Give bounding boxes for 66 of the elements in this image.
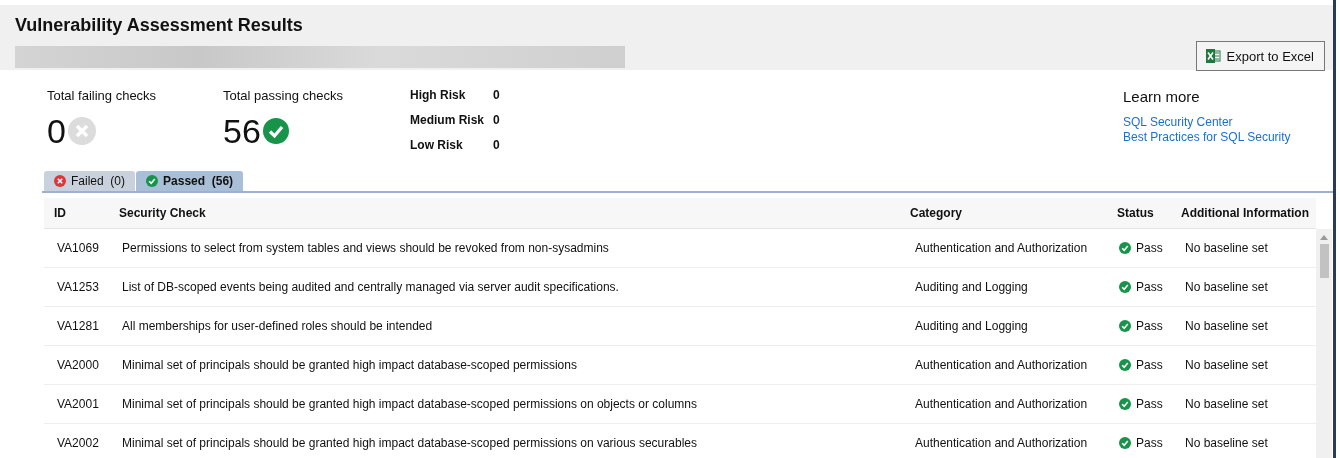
total-label: Total passing checks <box>223 88 344 103</box>
status-text: Pass <box>1136 280 1163 294</box>
total-label: Total failing checks <box>47 88 158 103</box>
table-cell-text: Authentication and Authorization <box>914 436 1089 450</box>
column-header: Status <box>1116 206 1155 220</box>
check-circle-icon <box>1119 437 1131 449</box>
status-text: Pass <box>1136 436 1163 450</box>
check-circle-icon <box>1119 242 1131 254</box>
status-text: Pass <box>1136 397 1163 411</box>
check-circle-icon <box>1119 281 1131 293</box>
risk-count: 0 <box>493 113 500 129</box>
column-header: ID <box>53 206 67 220</box>
cross-circle-icon <box>67 117 96 145</box>
risk-count: 0 <box>493 88 500 104</box>
table-cell-text: No baseline set <box>1184 280 1269 294</box>
table-cell-text: No baseline set <box>1184 241 1269 255</box>
status-text: Pass <box>1136 358 1163 372</box>
table-cell-text: No baseline set <box>1184 397 1269 411</box>
risk-label: Medium Risk <box>410 113 485 129</box>
table-cell-text: Minimal set of principals should be granted high impact database-scoped permissions on objects or columns <box>121 397 698 411</box>
spreadsheet-icon <box>1204 48 1221 64</box>
check-circle-icon <box>1119 398 1131 410</box>
table-cell-text: Minimal set of principals should be granted high impact database-scoped permissions on various securables <box>121 436 698 450</box>
table-cell-text: VA1253 <box>56 280 100 294</box>
total-count: 56 <box>223 111 261 151</box>
status-text: Pass <box>1136 319 1163 333</box>
column-header: Category <box>909 206 963 220</box>
check-circle-icon <box>1119 320 1131 332</box>
export-button[interactable]: Export to Excel <box>1195 41 1325 71</box>
up-arrow-icon[interactable] <box>1320 235 1328 240</box>
scrollbar-thumb[interactable] <box>1319 244 1329 278</box>
table-cell-text: All memberships for user-defined roles should be intended <box>121 319 434 333</box>
check-circle-icon <box>1119 359 1131 371</box>
check-circle-icon <box>146 175 159 187</box>
risk-count: 0 <box>493 138 500 154</box>
help-link[interactable]: Best Practices for SQL Security <box>1123 130 1291 145</box>
table-cell-text: Authentication and Authorization <box>914 397 1089 411</box>
risk-label: Low Risk <box>410 138 464 154</box>
table-cell-text: Authentication and Authorization <box>914 241 1089 255</box>
check-circle-icon <box>262 118 289 144</box>
table-cell-text: VA2000 <box>56 358 100 372</box>
column-header: Security Check <box>118 206 207 220</box>
scrollbar[interactable] <box>1316 229 1332 458</box>
table-cell-text: Auditing and Logging <box>914 280 1029 294</box>
table-cell-text: No baseline set <box>1184 436 1269 450</box>
status-text: Pass <box>1136 241 1163 255</box>
table-cell-text: VA1281 <box>56 319 100 333</box>
page-title: Vulnerability Assessment Results <box>15 14 304 37</box>
table-cell-text: Minimal set of principals should be granted high impact database-scoped permissions <box>121 358 578 372</box>
table-cell-text: VA2001 <box>56 397 100 411</box>
table-cell-text: VA1069 <box>56 241 100 255</box>
column-header: Additional Information <box>1180 206 1310 220</box>
table-cell-text: VA2002 <box>56 436 100 450</box>
table-cell-text: Permissions to select from system tables and views should be revoked from non-sysadmins <box>121 241 610 255</box>
table-cell-text: No baseline set <box>1184 319 1269 333</box>
learn-more-heading: Learn more <box>1123 88 1200 105</box>
table-cell-text: List of DB-scoped events being audited and centrally managed via server audit specifications. <box>121 280 620 294</box>
table-cell-text: No baseline set <box>1184 358 1269 372</box>
help-link[interactable]: SQL Security Center <box>1123 115 1233 130</box>
table-cell-text: Auditing and Logging <box>914 319 1029 333</box>
total-count: 0 <box>47 111 66 151</box>
results-tab[interactable]: Failed (0) <box>44 171 136 191</box>
results-tab[interactable]: Passed (56) <box>136 171 244 191</box>
table-cell-text: Authentication and Authorization <box>914 358 1089 372</box>
risk-label: High Risk <box>410 88 467 104</box>
error-icon <box>54 175 66 187</box>
